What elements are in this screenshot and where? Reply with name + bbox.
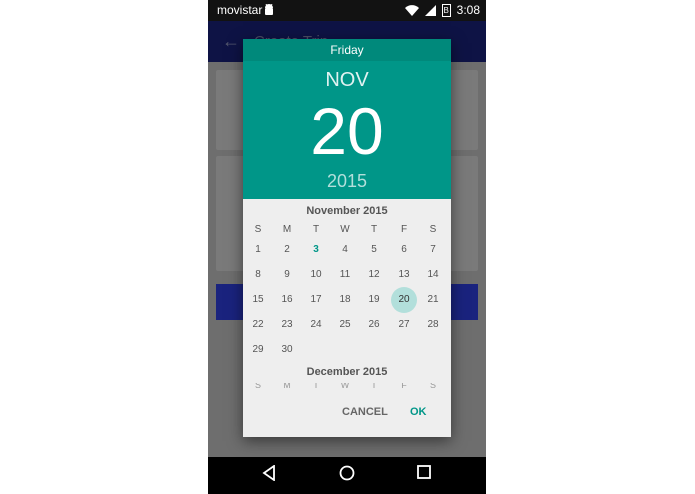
calendar-month-title: November 2015 xyxy=(306,205,388,217)
calendar-day[interactable]: 2 xyxy=(274,237,300,263)
clock: 3:08 xyxy=(456,3,480,17)
calendar-day[interactable]: 21 xyxy=(420,287,446,313)
calendar-day[interactable]: 26 xyxy=(361,312,387,338)
signal-icon xyxy=(424,4,436,16)
calendar-day[interactable]: 22 xyxy=(245,312,271,338)
weekday-label: T xyxy=(312,224,320,235)
ok-button[interactable]: OK xyxy=(410,406,427,418)
day-of-week-label: Friday xyxy=(243,39,451,61)
calendar-day[interactable]: 13 xyxy=(391,262,417,288)
calendar-day[interactable]: 14 xyxy=(420,262,446,288)
calendar-day[interactable]: 9 xyxy=(274,262,300,288)
calendar-day[interactable]: 19 xyxy=(361,287,387,313)
weekday-label: F xyxy=(400,224,408,235)
carrier-name: movistar xyxy=(217,3,263,17)
calendar-day[interactable]: 4 xyxy=(332,237,358,263)
next-weekday-label: T xyxy=(313,383,319,389)
calendar-day[interactable]: 3 xyxy=(303,237,329,263)
date-header: NOV 20 2015 xyxy=(243,61,451,199)
next-weekday-label: W xyxy=(340,383,350,389)
calendar-day[interactable]: 24 xyxy=(303,312,329,338)
back-nav-icon[interactable] xyxy=(262,465,276,481)
calendar-day[interactable]: 11 xyxy=(332,262,358,288)
weekday-label: T xyxy=(370,224,378,235)
calendar-day[interactable]: 23 xyxy=(274,312,300,338)
calendar-day[interactable]: 7 xyxy=(420,237,446,263)
calendar-day[interactable]: 25 xyxy=(332,312,358,338)
calendar-day[interactable]: 10 xyxy=(303,262,329,288)
navigation-bar xyxy=(208,457,486,494)
next-weekday-label: T xyxy=(371,383,377,389)
selected-month[interactable]: NOV xyxy=(243,69,451,92)
android-icon xyxy=(265,4,273,15)
selected-date[interactable]: 20 xyxy=(243,95,451,167)
recents-nav-icon[interactable] xyxy=(417,465,431,479)
calendar-day[interactable]: 1 xyxy=(245,237,271,263)
wifi-icon xyxy=(404,4,419,16)
calendar-day[interactable]: 17 xyxy=(303,287,329,313)
status-bar: movistar B 3:08 xyxy=(208,0,486,21)
weekday-label: S xyxy=(429,224,437,235)
next-month-weekday-row: SMTWTFS xyxy=(243,383,451,389)
home-nav-icon[interactable] xyxy=(339,465,355,481)
selected-year[interactable]: 2015 xyxy=(243,171,451,192)
next-weekday-label: F xyxy=(401,383,407,389)
weekday-label: M xyxy=(282,224,292,235)
calendar-day[interactable]: 12 xyxy=(361,262,387,288)
next-weekday-label: S xyxy=(254,383,261,389)
calendar-day[interactable]: 8 xyxy=(245,262,271,288)
calendar-day[interactable]: 27 xyxy=(391,312,417,338)
calendar-day[interactable]: 5 xyxy=(361,237,387,263)
calendar-day[interactable]: 6 xyxy=(391,237,417,263)
next-month-title: December 2015 xyxy=(306,366,388,378)
date-picker-dialog: Friday NOV 20 2015 November 2015 SMTWTFS… xyxy=(243,39,451,437)
calendar-day[interactable]: 30 xyxy=(274,337,300,363)
calendar-day[interactable]: 29 xyxy=(245,337,271,363)
calendar-day[interactable]: 16 xyxy=(274,287,300,313)
calendar-day-selected[interactable]: 20 xyxy=(391,287,417,313)
weekday-label: S xyxy=(254,224,262,235)
next-weekday-label: S xyxy=(429,383,436,389)
calendar-day[interactable]: 15 xyxy=(245,287,271,313)
weekday-label: W xyxy=(340,224,350,235)
cancel-button[interactable]: CANCEL xyxy=(342,406,388,418)
next-weekday-label: M xyxy=(283,383,291,389)
battery-icon: B xyxy=(441,3,451,17)
calendar-day[interactable]: 28 xyxy=(420,312,446,338)
calendar-day[interactable]: 18 xyxy=(332,287,358,313)
